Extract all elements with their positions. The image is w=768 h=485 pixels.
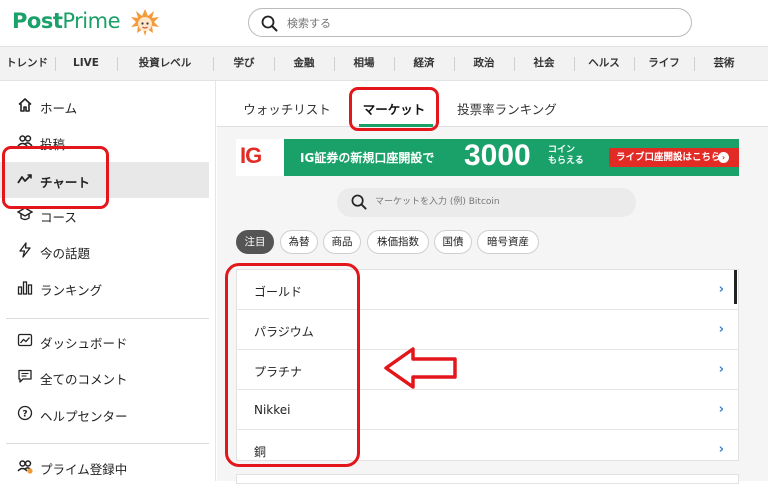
category-link[interactable]: 学び [234,47,255,82]
logo-text-bold: Post [12,9,63,33]
tab-watchlist[interactable]: ウォッチリスト [243,99,331,118]
dashboard-icon [17,333,33,347]
banner-amount: 3000 [464,139,531,172]
sidebar-item-label: プライム登録中 [40,462,128,477]
category-link[interactable]: LIVE [73,47,99,82]
chevron-right-icon: › [718,152,729,163]
category-link[interactable]: 芸術 [714,47,735,82]
sidebar-item-trending[interactable]: 今の話題 [0,233,209,269]
category-link[interactable]: 金融 [294,47,315,82]
category-separator [634,57,635,71]
home-icon [18,98,32,112]
ig-logo: IG [236,139,284,176]
sidebar-item-dashboard[interactable]: ダッシュボード [0,323,209,359]
chip-stock-index[interactable]: 株価指数 [367,230,429,254]
sidebar-item-label: ランキング [40,283,103,298]
sidebar-item-home[interactable]: ホーム [0,88,209,124]
sidebar-divider [6,318,209,319]
chip-bonds[interactable]: 国債 [434,230,472,254]
chevron-right-icon: › [718,282,724,297]
category-link[interactable]: ライフ [648,47,680,82]
top-header: PostPrime [0,0,768,46]
help-icon: ? [17,405,33,421]
annotation-arrow-left-icon [384,347,457,389]
svg-text:?: ? [22,410,27,420]
sidebar-item-label: ホーム [40,101,78,116]
category-separator [394,57,395,71]
annotation-highlight-market-tab [349,87,439,131]
ranking-bars-icon [17,281,33,295]
category-link[interactable]: ヘルス [588,47,620,82]
ig-promo-banner[interactable]: IG IG証券の新規口座開設で 3000 コイン もらえる ライブ口座開設はこち… [236,139,739,176]
annotation-highlight-chart [2,146,109,209]
sidebar-item-label: コース [40,210,77,225]
category-separator [334,57,335,71]
ig-logo-text: IG [240,143,262,168]
list-scrollbar-thumb[interactable] [734,270,737,304]
category-separator [514,57,515,71]
market-tabs: ウォッチリスト マーケット 投票率ランキング [217,81,768,127]
chevron-right-icon: › [718,442,724,457]
postprime-logo[interactable]: PostPrime [12,9,120,33]
category-separator [117,57,118,71]
tab-vote-ranking[interactable]: 投票率ランキング [457,99,557,118]
chevron-right-icon: › [718,322,724,337]
chevron-right-icon: › [718,402,724,417]
sidebar-item-prime[interactable]: プライム登録中 [0,449,209,485]
sidebar-item-label: 今の話題 [40,246,91,261]
category-separator [213,57,214,71]
category-separator [274,57,275,71]
banner-coin-line2: もらえる [548,156,584,166]
banner-coin-line1: コイン [548,145,576,155]
search-icon [351,194,367,210]
next-card-edge [236,474,739,484]
category-nav: トレンド LIVE 投資レベル 学び 金融 相場 経済 政治 社会 ヘルス ライフ 芸術 [0,46,768,81]
sidebar-item-label: ダッシュボード [40,336,128,351]
sidebar-item-ranking[interactable]: ランキング [0,270,209,306]
prime-users-icon [17,460,33,474]
category-link[interactable]: 相場 [354,47,375,82]
sidebar-item-help-center[interactable]: ? ヘルプセンター [0,396,209,432]
sidebar-divider [6,443,209,444]
category-link[interactable]: 社会 [534,47,555,82]
banner-cta-label: ライブ口座開設はこちら [616,152,721,163]
annotation-highlight-market-list [225,263,360,467]
category-link[interactable]: トレンド [6,47,48,82]
sidebar-item-label: ヘルプセンター [40,409,128,424]
logo-text-light: Prime [62,9,120,33]
chevron-right-icon: › [718,362,724,377]
category-separator [694,57,695,71]
market-search-bar[interactable] [337,188,636,217]
sidebar-item-label: 全てのコメント [40,372,128,387]
global-search-bar[interactable] [248,8,692,37]
left-sidebar: ホーム 投稿 チャート コース 今の話題 ランキング ダッシュボード 全てのコメ… [0,81,216,481]
market-search-input[interactable] [375,194,625,210]
category-separator [574,57,575,71]
banner-cta-button[interactable]: ライブ口座開設はこちら › [609,148,739,167]
category-separator [454,57,455,71]
category-link[interactable]: 政治 [474,47,495,82]
lightning-icon [19,242,31,258]
sidebar-item-all-comments[interactable]: 全てのコメント [0,359,209,395]
banner-coin-label: コイン もらえる [548,145,596,167]
category-separator [55,57,56,71]
category-link[interactable]: 投資レベル [139,47,192,82]
comment-icon [18,369,32,383]
mascot-icon [131,9,159,36]
chip-featured[interactable]: 注目 [236,230,274,254]
chip-commodities[interactable]: 商品 [323,230,361,254]
banner-text: IG証券の新規口座開設で [300,151,435,165]
chip-forex[interactable]: 為替 [280,230,318,254]
search-icon [261,15,278,32]
global-search-input[interactable] [287,14,667,32]
category-link[interactable]: 経済 [414,47,435,82]
chip-crypto[interactable]: 暗号資産 [477,230,539,254]
